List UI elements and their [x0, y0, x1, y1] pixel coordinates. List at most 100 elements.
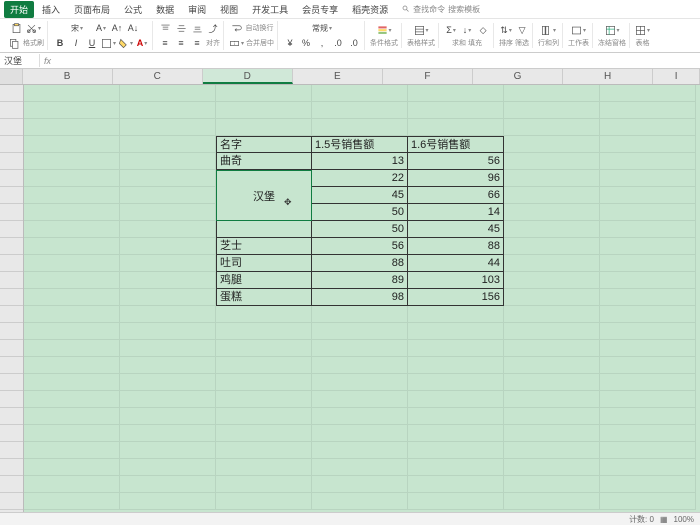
- cell[interactable]: 22: [312, 170, 408, 187]
- decrease-font-button[interactable]: A↓: [126, 21, 140, 35]
- freeze-panes-button[interactable]: [605, 23, 620, 37]
- tab-insert[interactable]: 插入: [36, 1, 66, 18]
- col-header-c[interactable]: C: [113, 69, 203, 84]
- active-cell-selection[interactable]: 汉堡: [216, 170, 312, 221]
- tab-home[interactable]: 开始: [4, 1, 34, 18]
- cell[interactable]: 曲奇: [216, 153, 312, 170]
- align-bottom-button[interactable]: [190, 21, 204, 35]
- name-box[interactable]: 汉堡: [0, 54, 40, 67]
- tab-view[interactable]: 视图: [214, 1, 244, 18]
- tab-review[interactable]: 审阅: [182, 1, 212, 18]
- wrap-text-button[interactable]: [230, 21, 244, 35]
- fill-color-button[interactable]: [118, 36, 133, 50]
- worksheet-button[interactable]: [571, 23, 586, 37]
- row-header[interactable]: [0, 102, 23, 119]
- underline-button[interactable]: U: [85, 36, 99, 50]
- comma-button[interactable]: ,: [315, 36, 329, 50]
- cell[interactable]: 14: [408, 204, 504, 221]
- paste-button[interactable]: [10, 21, 24, 35]
- row-header[interactable]: [0, 323, 23, 340]
- cell[interactable]: 名字: [216, 136, 312, 153]
- select-all-corner[interactable]: [0, 69, 23, 84]
- bold-button[interactable]: B: [53, 36, 67, 50]
- clear-button[interactable]: ◇: [476, 23, 490, 37]
- table-style-button[interactable]: [414, 23, 429, 37]
- orientation-button[interactable]: ⤴: [206, 21, 220, 35]
- font-family-select[interactable]: 宋: [62, 21, 92, 35]
- tab-resources[interactable]: 稻壳资源: [346, 1, 394, 18]
- row-header[interactable]: [0, 255, 23, 272]
- autosum-button[interactable]: Σ: [444, 23, 458, 37]
- row-header[interactable]: [0, 442, 23, 459]
- row-header[interactable]: [0, 459, 23, 476]
- align-middle-button[interactable]: [174, 21, 188, 35]
- cell[interactable]: 1.5号销售额: [312, 136, 408, 153]
- decrease-decimal-button[interactable]: .0: [347, 36, 361, 50]
- number-format-select[interactable]: 常规: [307, 21, 337, 35]
- percent-button[interactable]: %: [299, 36, 313, 50]
- col-header-b[interactable]: B: [23, 69, 113, 84]
- row-header[interactable]: [0, 306, 23, 323]
- merge-center-button[interactable]: [229, 36, 244, 50]
- cell[interactable]: 吐司: [216, 255, 312, 272]
- format-painter-button[interactable]: 格式刷: [23, 38, 44, 48]
- cell[interactable]: 45: [408, 221, 504, 238]
- cell[interactable]: 103: [408, 272, 504, 289]
- conditional-format-button[interactable]: [377, 23, 392, 37]
- copy-button[interactable]: [7, 36, 21, 50]
- align-center-button[interactable]: ≡: [174, 36, 188, 50]
- currency-button[interactable]: ¥: [283, 36, 297, 50]
- cell[interactable]: 1.6号销售额: [408, 136, 504, 153]
- command-search[interactable]: 查找命令 搜索模板: [402, 4, 480, 15]
- font-color-button[interactable]: A: [135, 36, 149, 50]
- align-top-button[interactable]: [158, 21, 172, 35]
- font-size-select[interactable]: A: [94, 21, 108, 35]
- insert-table-button[interactable]: [635, 23, 650, 37]
- row-header[interactable]: [0, 136, 23, 153]
- row-header[interactable]: [0, 153, 23, 170]
- cell[interactable]: 98: [312, 289, 408, 306]
- tab-member[interactable]: 会员专享: [296, 1, 344, 18]
- tab-data[interactable]: 数据: [150, 1, 180, 18]
- tab-devtools[interactable]: 开发工具: [246, 1, 294, 18]
- row-header[interactable]: [0, 289, 23, 306]
- cell[interactable]: 50: [312, 221, 408, 238]
- cell[interactable]: 156: [408, 289, 504, 306]
- col-header-g[interactable]: G: [473, 69, 563, 84]
- cell[interactable]: 56: [312, 238, 408, 255]
- row-header[interactable]: [0, 85, 23, 102]
- fill-button[interactable]: ↓: [460, 23, 474, 37]
- row-header[interactable]: [0, 425, 23, 442]
- row-header[interactable]: [0, 170, 23, 187]
- cell[interactable]: 88: [408, 238, 504, 255]
- row-header[interactable]: [0, 408, 23, 425]
- align-right-button[interactable]: ≡: [190, 36, 204, 50]
- cell[interactable]: [216, 221, 312, 238]
- cell[interactable]: 96: [408, 170, 504, 187]
- cell[interactable]: 44: [408, 255, 504, 272]
- col-header-f[interactable]: F: [383, 69, 473, 84]
- cell[interactable]: 45: [312, 187, 408, 204]
- cell[interactable]: 鸡腿: [216, 272, 312, 289]
- view-normal-button[interactable]: ▦: [660, 515, 668, 524]
- row-header[interactable]: [0, 391, 23, 408]
- cell[interactable]: 蛋糕: [216, 289, 312, 306]
- align-left-button[interactable]: ≡: [158, 36, 172, 50]
- row-header[interactable]: [0, 187, 23, 204]
- cell[interactable]: 芝士: [216, 238, 312, 255]
- row-col-button[interactable]: [541, 23, 556, 37]
- border-button[interactable]: [101, 36, 116, 50]
- cut-button[interactable]: [26, 21, 41, 35]
- cell[interactable]: 89: [312, 272, 408, 289]
- row-header[interactable]: [0, 357, 23, 374]
- cell[interactable]: 56: [408, 153, 504, 170]
- fx-icon[interactable]: fx: [40, 56, 55, 66]
- italic-button[interactable]: I: [69, 36, 83, 50]
- col-header-d[interactable]: D: [203, 69, 293, 84]
- cells-area[interactable]: 名字 1.5号销售额 1.6号销售额 曲奇 13 56 可乐 22 96 45 …: [24, 85, 700, 512]
- tab-formulas[interactable]: 公式: [118, 1, 148, 18]
- cell[interactable]: 88: [312, 255, 408, 272]
- sort-button[interactable]: ⇅: [499, 23, 513, 37]
- row-header[interactable]: [0, 374, 23, 391]
- row-header[interactable]: [0, 204, 23, 221]
